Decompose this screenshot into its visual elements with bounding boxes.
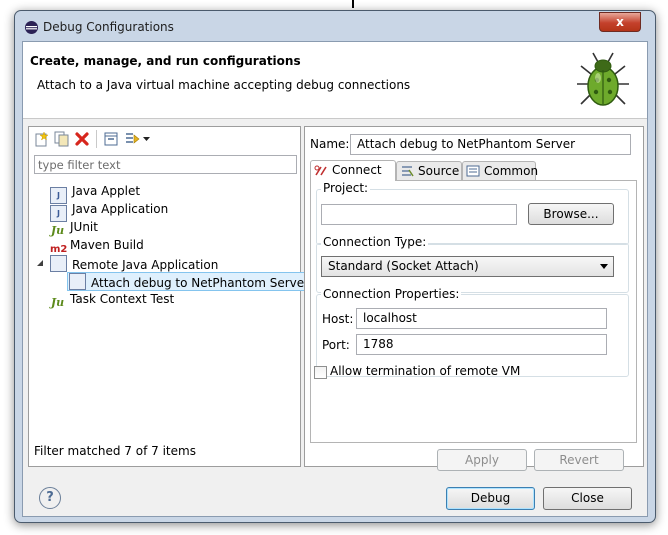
delete-icon[interactable] [74,131,90,147]
bug-icon [577,52,629,106]
tab-label: Common [484,164,539,178]
collapse-arrow-icon[interactable] [36,259,45,268]
tree-item-junit[interactable]: Ju JUnit [50,219,98,237]
dialog-banner: Create, manage, and run configurations A… [23,42,647,119]
tab-folder: Connect Source Common Project: Browse...… [310,160,637,443]
tab-connect[interactable]: Connect [310,160,396,181]
text-cursor-icon [352,0,354,8]
toolbar-divider [96,130,97,148]
junit-icon: Ju [50,224,65,237]
dialog-client-area: Create, manage, and run configurations A… [22,41,648,517]
connection-properties-label: Connection Properties: [321,287,462,301]
collapse-all-icon[interactable] [103,131,119,147]
tab-common[interactable]: Common [462,161,539,180]
tree-item-maven-build[interactable]: m2 Maven Build [50,237,144,255]
allow-termination-label: Allow termination of remote VM [330,364,521,378]
tree-item-label: Java Application [72,202,169,216]
project-group-label: Project: [321,181,371,195]
tab-label: Connect [332,163,382,177]
remote-java-icon [50,255,67,272]
config-tree-panel: type filter text J Java Applet J Java Appl… [28,126,314,467]
common-icon [466,165,480,177]
remote-java-icon [69,273,86,290]
close-window-button[interactable]: x [599,12,641,32]
tree-item-remote-java-application[interactable]: Remote Java Application [50,255,218,272]
filter-icon[interactable] [124,131,140,147]
connection-type-label: Connection Type: [321,235,429,249]
tree-item-label: Attach debug to NetPhantom Server [91,276,310,290]
revert-button[interactable]: Revert [534,449,624,471]
tab-source[interactable]: Source [396,161,462,180]
tree-item-attach-debug[interactable]: Attach debug to NetPhantom Server [67,272,314,291]
connect-icon [314,165,327,176]
name-input[interactable]: Attach debug to NetPhantom Server [350,134,631,155]
tree-item-java-applet[interactable]: J Java Applet [50,183,141,204]
junit-icon: Ju [50,296,65,309]
window-title: Debug Configurations [43,20,174,34]
host-label: Host: [322,312,354,326]
chevron-down-icon [600,264,608,269]
filter-status: Filter matched 7 of 7 items [34,444,196,458]
tab-label: Source [418,164,460,178]
tree-item-label: Remote Java Application [72,258,219,272]
source-icon [402,166,414,177]
tree-item-task-context-test[interactable]: Ju Task Context Test [50,291,175,309]
browse-button[interactable]: Browse... [528,203,614,225]
project-input[interactable] [321,204,517,225]
help-icon[interactable]: ? [39,487,61,509]
dropdown-arrow-icon[interactable] [142,131,152,147]
debug-button[interactable]: Debug [446,487,535,510]
config-editor-panel: Name: Attach debug to NetPhantom Server … [304,126,644,471]
port-input[interactable]: 1788 [356,334,607,355]
connection-type-select[interactable]: Standard (Socket Attach) [321,256,614,277]
new-config-icon[interactable] [34,131,50,147]
banner-subtitle: Attach to a Java virtual machine accepti… [37,78,411,92]
tree-item-label: Java Applet [72,184,141,198]
name-label: Name: [310,137,350,151]
allow-termination-checkbox[interactable] [314,366,327,379]
duplicate-icon[interactable] [54,131,70,147]
port-label: Port: [322,338,350,352]
eclipse-icon [25,21,38,34]
tree-item-label: Maven Build [70,238,144,252]
close-button[interactable]: Close [543,487,632,510]
connection-type-value: Standard (Socket Attach) [328,259,479,273]
filter-input[interactable]: type filter text [34,155,297,174]
tree-item-label: JUnit [70,220,98,234]
tree-item-java-application[interactable]: J Java Application [50,201,169,222]
banner-title: Create, manage, and run configurations [30,54,301,68]
host-input[interactable]: localhost [356,308,607,329]
tree-item-label: Task Context Test [70,292,175,306]
debug-configurations-window: Debug Configurations x Create, manage, a… [14,10,656,523]
apply-button[interactable]: Apply [437,449,527,471]
